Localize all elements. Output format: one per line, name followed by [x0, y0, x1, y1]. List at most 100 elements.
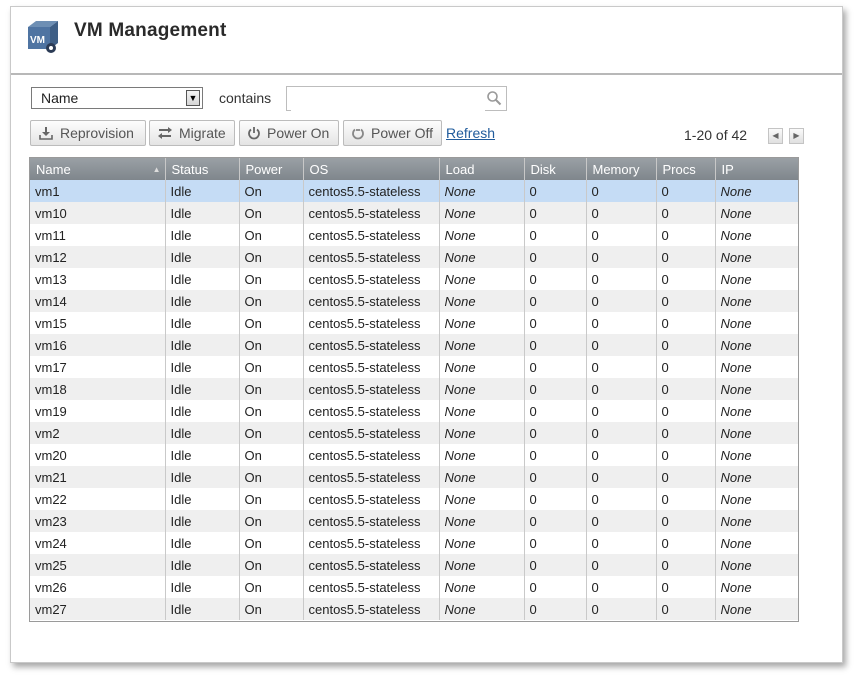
table-row[interactable]: vm18 Idle On centos5.5-stateless None 0 0 0 None: [30, 378, 798, 400]
cell-memory: 0: [586, 290, 657, 312]
cell-os: centos5.5-stateless: [303, 422, 440, 444]
cell-disk: 0: [524, 356, 587, 378]
cell-os: centos5.5-stateless: [303, 378, 440, 400]
chevron-right-icon[interactable]: ▶: [789, 128, 804, 144]
vm-table: Name ▲ Status Power OS Load Disk Memory Procs IP …: [29, 157, 799, 622]
table-row[interactable]: vm11 Idle On centos5.5-stateless None 0 0 0 None: [30, 224, 798, 246]
pager-range: 1-20 of 42: [684, 127, 748, 143]
cell-procs: 0: [656, 532, 716, 554]
table-row[interactable]: vm13 Idle On centos5.5-stateless None 0 0 0 None: [30, 268, 798, 290]
search-input[interactable]: [291, 88, 485, 111]
cell-ip: None: [715, 576, 798, 598]
cell-load: None: [439, 554, 525, 576]
download-icon: [39, 127, 53, 140]
table-row[interactable]: vm2 Idle On centos5.5-stateless None 0 0 0 None: [30, 422, 798, 444]
cell-power: On: [239, 290, 304, 312]
column-header-load[interactable]: Load: [439, 158, 525, 180]
cell-ip: None: [715, 246, 798, 268]
table-row[interactable]: vm25 Idle On centos5.5-stateless None 0 0 0 None: [30, 554, 798, 576]
cell-load: None: [439, 576, 525, 598]
cell-power: On: [239, 488, 304, 510]
cell-os: centos5.5-stateless: [303, 268, 440, 290]
cell-load: None: [439, 532, 525, 554]
table-row[interactable]: vm23 Idle On centos5.5-stateless None 0 0 0 None: [30, 510, 798, 532]
cell-ip: None: [715, 510, 798, 532]
cell-memory: 0: [586, 466, 657, 488]
cell-ip: None: [715, 422, 798, 444]
cell-status: Idle: [165, 466, 240, 488]
filter-field-select[interactable]: Name ▼: [31, 87, 203, 109]
column-header-memory[interactable]: Memory: [586, 158, 657, 180]
cell-name: vm14: [30, 290, 166, 312]
migrate-arrows-icon: [158, 127, 172, 139]
column-header-power[interactable]: Power: [239, 158, 304, 180]
power-off-button[interactable]: Power Off: [343, 120, 442, 146]
cell-power: On: [239, 378, 304, 400]
column-header-name[interactable]: Name ▲: [30, 158, 166, 180]
cell-ip: None: [715, 202, 798, 224]
cell-os: centos5.5-stateless: [303, 444, 440, 466]
migrate-label: Migrate: [179, 125, 226, 141]
table-row[interactable]: vm20 Idle On centos5.5-stateless None 0 0 0 None: [30, 444, 798, 466]
cell-os: centos5.5-stateless: [303, 356, 440, 378]
cell-status: Idle: [165, 400, 240, 422]
column-header-label: Load: [445, 161, 475, 177]
filter-field-value: Name: [41, 90, 79, 106]
reprovision-button[interactable]: Reprovision: [30, 120, 146, 146]
cell-power: On: [239, 466, 304, 488]
table-row[interactable]: vm12 Idle On centos5.5-stateless None 0 0 0 None: [30, 246, 798, 268]
chevron-down-icon[interactable]: ▼: [186, 90, 200, 106]
table-row[interactable]: vm27 Idle On centos5.5-stateless None 0 0 0 None: [30, 598, 798, 620]
cell-procs: 0: [656, 356, 716, 378]
power-on-button[interactable]: Power On: [239, 120, 339, 146]
cell-load: None: [439, 356, 525, 378]
cell-disk: 0: [524, 180, 587, 202]
migrate-button[interactable]: Migrate: [149, 120, 235, 146]
page-header: VM VM Management: [11, 7, 842, 75]
cell-disk: 0: [524, 224, 587, 246]
column-header-os[interactable]: OS: [303, 158, 440, 180]
sort-asc-icon[interactable]: ▲: [153, 165, 161, 174]
cell-load: None: [439, 510, 525, 532]
cell-procs: 0: [656, 576, 716, 598]
filter-operator-label: contains: [219, 90, 272, 106]
cell-load: None: [439, 444, 525, 466]
cell-memory: 0: [586, 246, 657, 268]
cell-ip: None: [715, 268, 798, 290]
column-header-procs[interactable]: Procs: [656, 158, 716, 180]
cell-ip: None: [715, 224, 798, 246]
cell-power: On: [239, 554, 304, 576]
cell-load: None: [439, 334, 525, 356]
table-row[interactable]: vm19 Idle On centos5.5-stateless None 0 0 0 None: [30, 400, 798, 422]
refresh-link[interactable]: Refresh: [446, 125, 495, 141]
cell-ip: None: [715, 598, 798, 620]
table-row[interactable]: vm21 Idle On centos5.5-stateless None 0 0 0 None: [30, 466, 798, 488]
column-header-disk[interactable]: Disk: [524, 158, 587, 180]
table-row[interactable]: vm22 Idle On centos5.5-stateless None 0 0 0 None: [30, 488, 798, 510]
cell-power: On: [239, 356, 304, 378]
cell-load: None: [439, 224, 525, 246]
chevron-left-icon[interactable]: ◀: [768, 128, 783, 144]
cell-disk: 0: [524, 466, 587, 488]
table-row[interactable]: vm16 Idle On centos5.5-stateless None 0 0 0 None: [30, 334, 798, 356]
column-header-status[interactable]: Status: [165, 158, 240, 180]
power-icon: [248, 127, 260, 140]
search-icon[interactable]: [486, 90, 502, 106]
cell-power: On: [239, 444, 304, 466]
column-header-ip[interactable]: IP: [715, 158, 798, 180]
table-row[interactable]: vm15 Idle On centos5.5-stateless None 0 0 0 None: [30, 312, 798, 334]
column-header-label: IP: [721, 161, 734, 177]
table-row[interactable]: vm26 Idle On centos5.5-stateless None 0 0 0 None: [30, 576, 798, 598]
cell-disk: 0: [524, 334, 587, 356]
table-row[interactable]: vm10 Idle On centos5.5-stateless None 0 0 0 None: [30, 202, 798, 224]
cell-ip: None: [715, 466, 798, 488]
cell-procs: 0: [656, 554, 716, 576]
table-row[interactable]: vm14 Idle On centos5.5-stateless None 0 0 0 None: [30, 290, 798, 312]
cell-power: On: [239, 510, 304, 532]
table-row[interactable]: vm17 Idle On centos5.5-stateless None 0 0 0 None: [30, 356, 798, 378]
cell-status: Idle: [165, 268, 240, 290]
table-row[interactable]: vm1 Idle On centos5.5-stateless None 0 0 0 None: [30, 180, 798, 202]
table-row[interactable]: vm24 Idle On centos5.5-stateless None 0 0 0 None: [30, 532, 798, 554]
cell-power: On: [239, 312, 304, 334]
cell-memory: 0: [586, 356, 657, 378]
